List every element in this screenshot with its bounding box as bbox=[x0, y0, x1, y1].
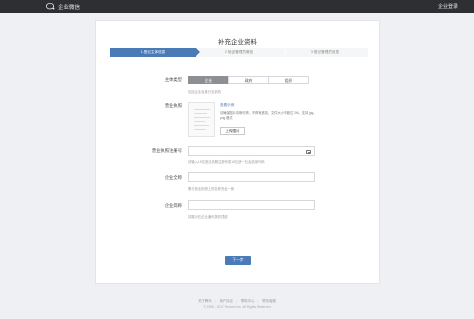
page-title: 补充企业资料 bbox=[218, 39, 257, 46]
footer-link-about[interactable]: 关于腾讯 bbox=[198, 299, 212, 303]
login-link[interactable]: 企业登录 bbox=[438, 3, 458, 10]
upload-image-button[interactable]: 上传图片 bbox=[220, 127, 245, 135]
brand[interactable]: 企业微信 bbox=[46, 3, 80, 11]
step-1: 1.登记主体信息 bbox=[110, 48, 201, 57]
step-3-label: 3.登记管理员信息 bbox=[310, 50, 340, 54]
company-short-name-label: 企业简称 bbox=[164, 203, 182, 208]
step-2-label: 2.验证管理员微信 bbox=[224, 50, 254, 54]
wecom-logo-icon bbox=[46, 3, 55, 10]
footer-copyright: © 1998 - 2017 Tencent Inc. All Rights Re… bbox=[203, 305, 271, 309]
footer-link-help[interactable]: 帮助中心 bbox=[241, 299, 255, 303]
company-full-name-hint: 需与营业执照上的名称完全一致 bbox=[188, 187, 235, 191]
license-label: 营业执照 bbox=[164, 103, 182, 108]
next-button[interactable]: 下一步 bbox=[225, 256, 251, 265]
top-bar: 企业微信 企业登录 bbox=[0, 0, 474, 13]
entity-type-selector: 企业 政府 组织 bbox=[188, 76, 309, 84]
entity-option-government[interactable]: 政府 bbox=[228, 76, 269, 84]
entity-option-organization[interactable]: 组织 bbox=[268, 76, 309, 84]
license-number-hint: 请输入15位营业执照注册号或18位统一社会信用代码 bbox=[188, 160, 265, 164]
brand-name: 企业微信 bbox=[58, 4, 81, 11]
footer-link-terms[interactable]: 用户协议 bbox=[220, 299, 234, 303]
id-card-icon bbox=[306, 149, 311, 154]
entity-type-label: 主体类型 bbox=[164, 77, 182, 82]
step-indicator: 1.登记主体信息 2.验证管理员微信 3.登记管理员信息 bbox=[110, 48, 368, 57]
company-full-name-input[interactable] bbox=[188, 172, 315, 182]
company-full-name-label: 企业全称 bbox=[164, 175, 182, 180]
company-short-name-hint: 将展示在企业通讯录的顶部 bbox=[188, 215, 228, 219]
footer-links: 关于腾讯 | 用户协议 | 帮助中心 | 联系客服 bbox=[198, 299, 276, 303]
entity-option-company[interactable]: 企业 bbox=[188, 76, 229, 84]
step-3: 3.登记管理员信息 bbox=[282, 48, 368, 57]
license-number-input[interactable] bbox=[188, 146, 315, 156]
upload-description: 请确保图片清晰可辨，不得有遮挡，文件大小不超过 2M，支持 jpg、png 格式 bbox=[220, 111, 317, 120]
step-1-label: 1.登记主体信息 bbox=[140, 50, 166, 54]
license-number-label: 营业执照注册号 bbox=[151, 148, 182, 153]
footer-link-support[interactable]: 联系客服 bbox=[262, 299, 276, 303]
license-example-thumbnail bbox=[188, 102, 215, 137]
company-short-name-input[interactable] bbox=[188, 200, 315, 210]
step-2: 2.验证管理员微信 bbox=[196, 48, 287, 57]
entity-type-hint: 包括企业及其分支机构 bbox=[188, 90, 221, 94]
view-example-link[interactable]: 查看示例 bbox=[220, 103, 234, 108]
